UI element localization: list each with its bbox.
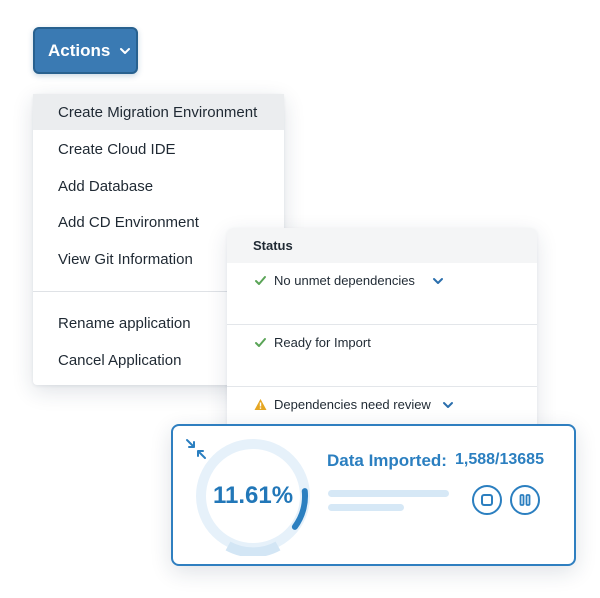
- placeholder-bar: [328, 490, 449, 497]
- menu-item-create-cloud-ide[interactable]: Create Cloud IDE: [33, 131, 284, 167]
- check-icon: [254, 336, 267, 349]
- check-icon: [254, 274, 267, 287]
- chevron-down-icon: [119, 45, 131, 57]
- data-imported-count: 1,588/13685: [455, 451, 544, 468]
- chevron-down-icon[interactable]: [442, 399, 454, 411]
- stop-button[interactable]: [472, 485, 502, 515]
- status-text: Ready for Import: [274, 335, 371, 350]
- status-row: Ready for Import: [227, 325, 537, 387]
- menu-item-add-database[interactable]: Add Database: [33, 168, 284, 204]
- data-import-card: 11.61% Data Imported: 1,588/13685: [171, 424, 576, 566]
- progress-percent: 11.61%: [212, 482, 294, 509]
- menu-item-create-migration-environment[interactable]: Create Migration Environment: [33, 94, 284, 130]
- chevron-down-icon[interactable]: [432, 275, 444, 287]
- placeholder-bar: [328, 504, 404, 511]
- data-imported-label: Data Imported:: [327, 451, 447, 470]
- status-header: Status: [227, 228, 537, 263]
- stop-icon: [480, 493, 494, 507]
- status-row: No unmet dependencies: [227, 263, 537, 325]
- pause-icon: [518, 493, 532, 507]
- warning-icon: [254, 398, 267, 411]
- status-text: No unmet dependencies: [274, 273, 415, 288]
- actions-button-label: Actions: [48, 40, 111, 60]
- actions-button[interactable]: Actions: [33, 27, 138, 74]
- pause-button[interactable]: [510, 485, 540, 515]
- status-text: Dependencies need review: [274, 397, 431, 412]
- status-panel: Status No unmet dependencies Ready for I…: [227, 228, 537, 438]
